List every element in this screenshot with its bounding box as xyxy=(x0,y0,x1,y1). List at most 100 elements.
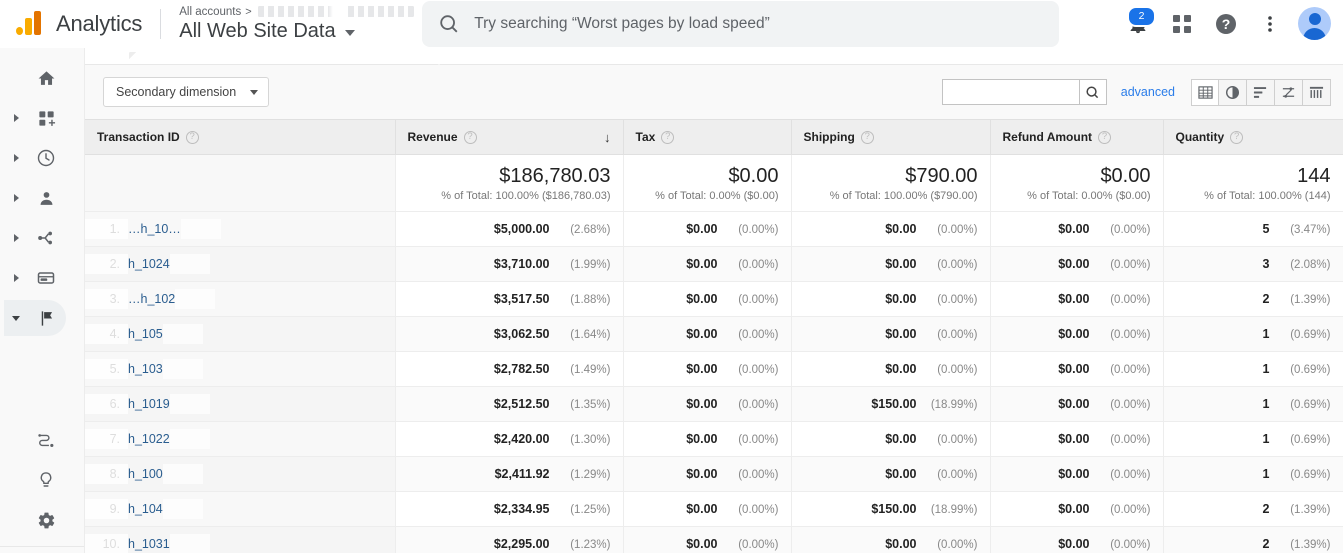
help-tooltip-icon[interactable]: ? xyxy=(186,131,199,144)
apps-grid-icon[interactable] xyxy=(1162,4,1202,44)
metric-percent: (0.00%) xyxy=(1097,329,1151,341)
table-row[interactable]: 8.h_100$2,411.92(1.29%)$0.00(0.00%)$0.00… xyxy=(85,457,1343,492)
transaction-id-link[interactable]: h_1031 xyxy=(128,537,170,551)
sort-descending-icon[interactable]: ↓ xyxy=(596,130,611,145)
transaction-id-link[interactable]: h_1022 xyxy=(128,432,170,446)
more-options-icon[interactable] xyxy=(1250,4,1290,44)
brand-divider xyxy=(160,9,161,39)
table-row[interactable]: 3.…h_102$3,517.50(1.88%)$0.00(0.00%)$0.0… xyxy=(85,282,1343,317)
sidebar-item-realtime[interactable] xyxy=(0,138,84,178)
summary-tax-cell: $0.00 % of Total: 0.00% ($0.00) xyxy=(623,155,791,212)
redaction-overlay xyxy=(181,219,221,239)
clock-icon xyxy=(26,148,66,168)
metric-percent: (1.23%) xyxy=(557,539,611,551)
metric-percent: (0.69%) xyxy=(1277,469,1331,481)
table-row[interactable]: 2.h_1024$3,710.00(1.99%)$0.00(0.00%)$0.0… xyxy=(85,247,1343,282)
sidebar-expander-icon[interactable] xyxy=(6,274,26,282)
sidebar-item-conversions[interactable] xyxy=(0,298,84,338)
metric-percent: (1.35%) xyxy=(557,399,611,411)
help-tooltip-icon[interactable]: ? xyxy=(1098,131,1111,144)
metric-value: $0.00 xyxy=(686,467,717,481)
metric-value: $0.00 xyxy=(1058,292,1089,306)
avatar[interactable] xyxy=(1298,7,1331,40)
column-header-refund-amount[interactable]: Refund Amount ? xyxy=(990,120,1163,155)
sidebar-item-admin[interactable] xyxy=(0,500,84,540)
table-row[interactable]: 9.h_104$2,334.95(1.25%)$0.00(0.00%)$150.… xyxy=(85,492,1343,527)
sidebar-item-customization[interactable] xyxy=(0,98,84,138)
transaction-id-link[interactable]: h_103 xyxy=(128,362,163,376)
table-row[interactable]: 5.h_103$2,782.50(1.49%)$0.00(0.00%)$0.00… xyxy=(85,352,1343,387)
metric-value: $2,411.92 xyxy=(495,467,550,481)
account-selector[interactable]: All accounts > All Web Site Data xyxy=(179,4,414,43)
row-revenue-cell: $2,512.50(1.35%) xyxy=(395,387,623,422)
table-view-button[interactable] xyxy=(1191,79,1219,106)
sidebar-item-acquisition[interactable] xyxy=(0,218,84,258)
sidebar-expander-icon[interactable] xyxy=(6,114,26,122)
global-search-input[interactable]: Try searching “Worst pages by load speed… xyxy=(422,1,1059,47)
row-transaction-id-cell: 4.h_105 xyxy=(85,317,395,352)
redaction-overlay xyxy=(85,289,128,309)
sidebar-item-attribution[interactable] xyxy=(0,420,84,460)
row-quantity-cell: 2(1.39%) xyxy=(1163,282,1343,317)
metric-percent: (0.00%) xyxy=(1097,434,1151,446)
breadcrumb[interactable]: All accounts > xyxy=(179,4,414,19)
transaction-id-link[interactable]: h_105 xyxy=(128,327,163,341)
column-header-shipping[interactable]: Shipping ? xyxy=(791,120,990,155)
metric-percent: (0.00%) xyxy=(725,399,779,411)
metric-value: $2,420.00 xyxy=(494,432,550,446)
transaction-id-link[interactable]: h_104 xyxy=(128,502,163,516)
column-header-revenue[interactable]: Revenue ? ↓ xyxy=(395,120,623,155)
sidebar-item-home[interactable] xyxy=(0,58,84,98)
advanced-link[interactable]: advanced xyxy=(1121,85,1175,99)
table-row[interactable]: 1.…h_10…$5,000.00(2.68%)$0.00(0.00%)$0.0… xyxy=(85,212,1343,247)
redaction-overlay xyxy=(85,464,128,484)
secondary-dimension-button[interactable]: Secondary dimension xyxy=(103,77,269,107)
column-header-tax[interactable]: Tax ? xyxy=(623,120,791,155)
sidebar-collapse-icon[interactable] xyxy=(6,316,26,321)
table-row[interactable]: 6.h_1019$2,512.50(1.35%)$0.00(0.00%)$150… xyxy=(85,387,1343,422)
transaction-id-link[interactable]: …h_102 xyxy=(128,292,175,306)
sidebar-item-behavior[interactable] xyxy=(0,258,84,298)
help-tooltip-icon[interactable]: ? xyxy=(861,131,874,144)
table-row[interactable]: 10.h_1031$2,295.00(1.23%)$0.00(0.00%)$0.… xyxy=(85,527,1343,553)
global-search-wrap: Try searching “Worst pages by load speed… xyxy=(414,1,1118,47)
sidebar-expander-icon[interactable] xyxy=(6,234,26,242)
metric-percent: (0.00%) xyxy=(924,294,978,306)
sidebar-item-audience[interactable] xyxy=(0,178,84,218)
row-refund-cell: $0.00(0.00%) xyxy=(990,282,1163,317)
row-tax-cell: $0.00(0.00%) xyxy=(623,492,791,527)
pivot-view-button[interactable] xyxy=(1303,79,1331,106)
view-selector[interactable]: All Web Site Data xyxy=(179,20,414,43)
row-tax-cell: $0.00(0.00%) xyxy=(623,422,791,457)
summary-value: $790.00 xyxy=(804,165,978,188)
metric-value: $3,062.50 xyxy=(494,327,550,341)
help-tooltip-icon[interactable]: ? xyxy=(464,131,477,144)
sidebar-expander-icon[interactable] xyxy=(6,194,26,202)
performance-view-button[interactable] xyxy=(1247,79,1275,106)
percentage-view-button[interactable] xyxy=(1219,79,1247,106)
table-row[interactable]: 4.h_105$3,062.50(1.64%)$0.00(0.00%)$0.00… xyxy=(85,317,1343,352)
breadcrumb-all-accounts[interactable]: All accounts xyxy=(179,6,241,18)
row-quantity-cell: 2(1.39%) xyxy=(1163,527,1343,553)
table-search-input[interactable] xyxy=(942,79,1079,105)
transaction-id-link[interactable]: h_1019 xyxy=(128,397,170,411)
sidebar-expander-icon[interactable] xyxy=(6,154,26,162)
metric-value: $150.00 xyxy=(871,502,916,516)
metric-percent: (0.00%) xyxy=(924,259,978,271)
google-analytics-logo[interactable] xyxy=(0,0,56,48)
row-transaction-id-cell: 3.…h_102 xyxy=(85,282,395,317)
notifications-button[interactable]: 2 xyxy=(1118,4,1158,44)
comparison-view-button[interactable] xyxy=(1275,79,1303,106)
sidebar-item-discover[interactable] xyxy=(0,460,84,500)
summary-value: $0.00 xyxy=(636,165,779,188)
table-search-button[interactable] xyxy=(1079,79,1107,105)
transaction-id-link[interactable]: h_1024 xyxy=(128,257,170,271)
help-icon[interactable]: ? xyxy=(1206,4,1246,44)
help-tooltip-icon[interactable]: ? xyxy=(1230,131,1243,144)
table-row[interactable]: 7.h_1022$2,420.00(1.30%)$0.00(0.00%)$0.0… xyxy=(85,422,1343,457)
transaction-id-link[interactable]: …h_10… xyxy=(128,222,181,236)
column-header-transaction-id[interactable]: Transaction ID ? xyxy=(85,120,395,155)
column-header-quantity[interactable]: Quantity ? xyxy=(1163,120,1343,155)
help-tooltip-icon[interactable]: ? xyxy=(661,131,674,144)
transaction-id-link[interactable]: h_100 xyxy=(128,467,163,481)
